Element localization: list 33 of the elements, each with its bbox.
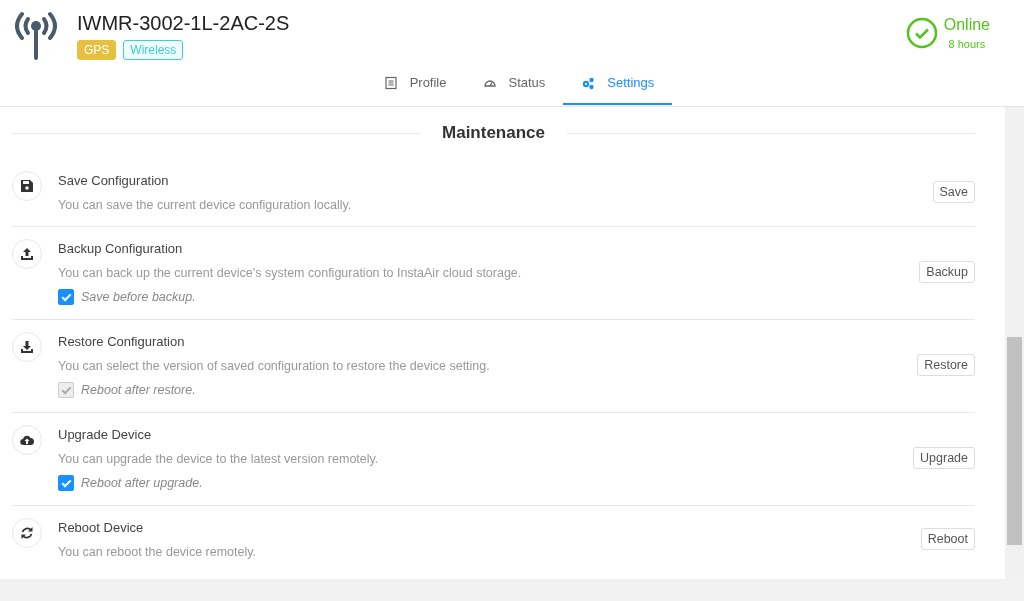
- refresh-icon: [20, 526, 34, 540]
- checkbox[interactable]: [58, 475, 74, 491]
- item-title: Backup Configuration: [58, 241, 184, 256]
- upload-icon: [20, 247, 34, 261]
- item-description: You can save the current device configuration locally.: [58, 198, 353, 212]
- tag: Wireless: [123, 40, 184, 60]
- cloud-upload-icon: [20, 433, 34, 447]
- item-description: You can select the version of saved configuration to restore the device setting.: [58, 359, 491, 373]
- section-title: Maintenance: [442, 123, 545, 143]
- status-label: Online: [943, 16, 990, 34]
- settings-icon: [581, 75, 596, 90]
- restore-button[interactable]: Restore: [917, 354, 975, 376]
- download-icon: [20, 340, 34, 354]
- item-description: You can upgrade the device to the latest version remotely.: [58, 452, 380, 466]
- backup-button[interactable]: Backup: [919, 261, 975, 283]
- item-description: You can reboot the device remotely.: [58, 545, 258, 559]
- save-button[interactable]: Save: [932, 180, 975, 203]
- checkbox-label: Save before backup.: [81, 290, 196, 304]
- item-title: Save Configuration: [58, 173, 170, 188]
- item-title: Upgrade Device: [58, 427, 153, 442]
- checkbox[interactable]: [58, 289, 74, 305]
- item-description: You can back up the current device's system configuration to InstaAir cloud storage.: [58, 266, 523, 280]
- reboot-button[interactable]: Reboot: [920, 527, 975, 550]
- checkbox-label: Reboot after upgrade.: [81, 476, 203, 490]
- item-title: Restore Configuration: [58, 334, 186, 349]
- status-duration: 8 hours: [948, 38, 986, 50]
- tag: GPS: [77, 40, 117, 60]
- upgrade-button[interactable]: Upgrade: [913, 447, 975, 469]
- item-title: Reboot Device: [58, 520, 145, 535]
- tab[interactable]: Status: [464, 69, 564, 105]
- checkbox-label: Reboot after restore.: [81, 383, 196, 397]
- tab[interactable]: Profile: [365, 69, 465, 105]
- device-name: IWMR-3002-1L-2AC-2S: [77, 12, 290, 35]
